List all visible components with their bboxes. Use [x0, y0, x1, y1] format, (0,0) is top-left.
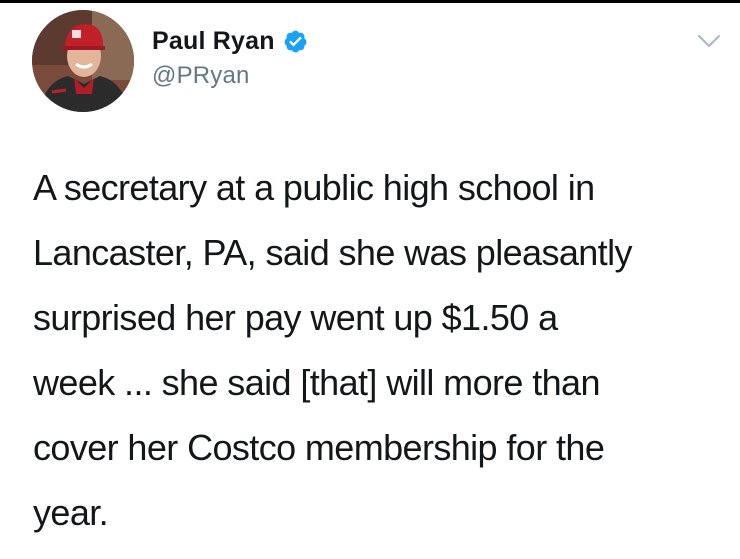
chevron-down-icon[interactable] — [697, 33, 721, 49]
tweet-text-line: week ... she said [that] will more than — [33, 362, 600, 403]
tweet-text-line: A secretary at a public high school in — [33, 167, 595, 208]
tweet-text-line: surprised her pay went up $1.50 a — [33, 297, 558, 338]
author-name-row: Paul Ryan — [152, 24, 308, 58]
tweet-text: A secretary at a public high school in L… — [33, 155, 723, 545]
tweet-text-line: year. — [33, 492, 109, 533]
tweet-text-line: cover her Costco membership for the — [33, 427, 605, 468]
author-display-name[interactable]: Paul Ryan — [152, 27, 275, 56]
tweet-card: Paul Ryan @PRyan A secretary at a public… — [0, 0, 740, 559]
tweet-text-line: Lancaster, PA, said she was pleasantly — [33, 232, 632, 273]
verified-badge-icon — [283, 29, 308, 54]
avatar[interactable] — [32, 10, 134, 112]
tweet-author: Paul Ryan @PRyan — [152, 24, 308, 90]
author-handle[interactable]: @PRyan — [152, 62, 308, 90]
